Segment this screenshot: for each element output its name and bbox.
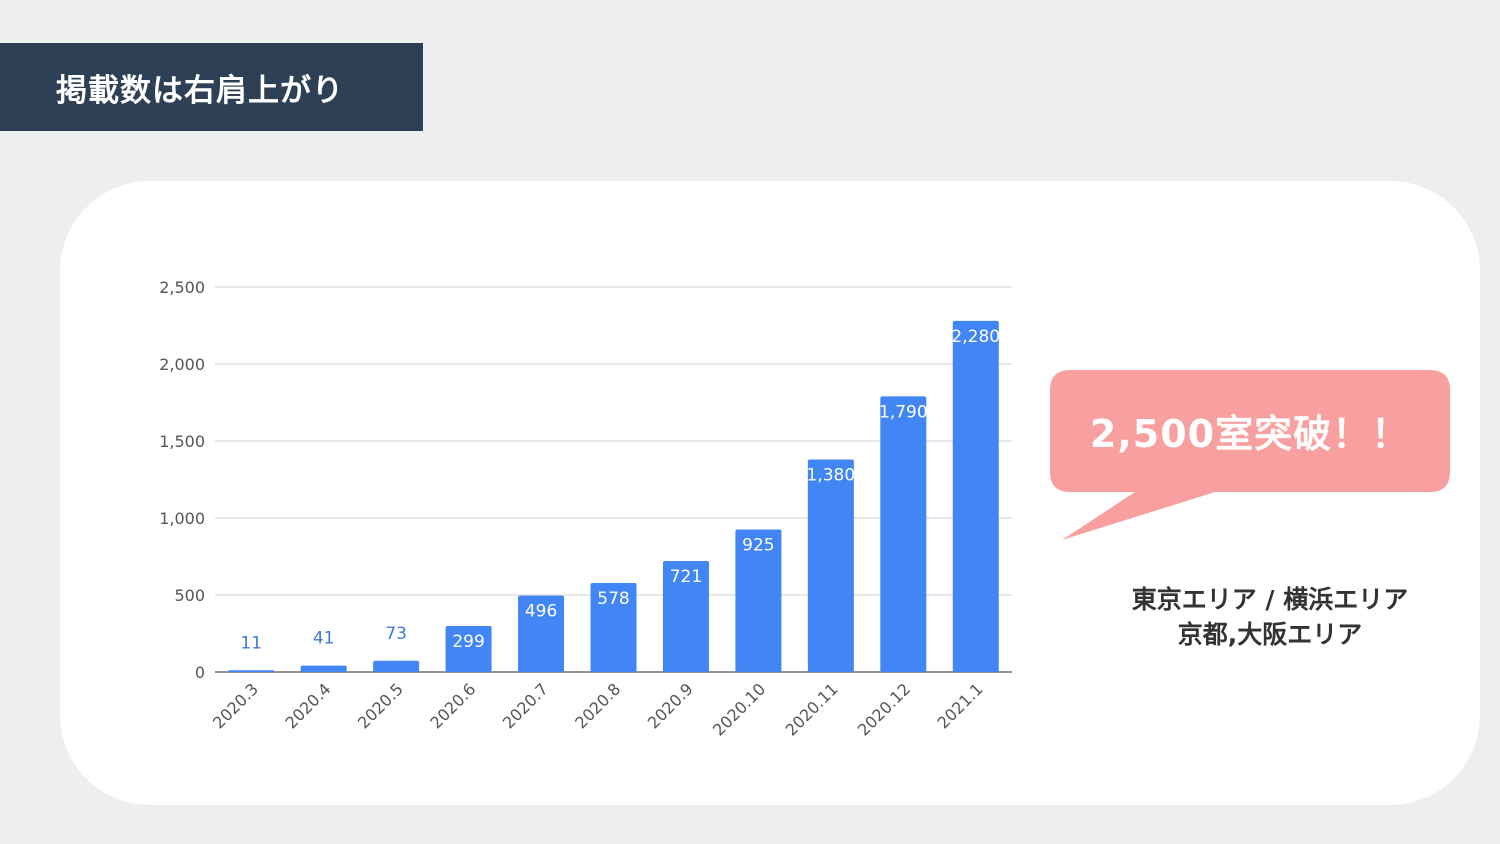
- x-tick-label: 2020.7: [499, 679, 552, 732]
- x-tick-label: 2020.12: [854, 679, 914, 739]
- x-tick-label: 2020.3: [209, 679, 262, 732]
- bar: [228, 670, 275, 672]
- data-label: 299: [452, 632, 484, 652]
- y-tick-label: 2,500: [159, 278, 205, 297]
- data-label: 1,380: [807, 465, 856, 485]
- x-tick-label: 2020.10: [709, 679, 769, 739]
- y-tick-label: 500: [174, 586, 205, 605]
- x-tick-label: 2020.11: [781, 679, 841, 739]
- data-label: 925: [742, 536, 774, 556]
- data-label: 1,790: [879, 402, 928, 422]
- area-line-2: 京都,大阪エリア: [1177, 620, 1363, 649]
- area-list: 東京エリア / 横浜エリア 京都,大阪エリア: [1080, 582, 1460, 652]
- area-line-1: 東京エリア / 横浜エリア: [1131, 585, 1409, 614]
- x-tick-label: 2020.8: [571, 679, 624, 732]
- x-tick-label: 2020.6: [426, 679, 479, 732]
- data-label: 41: [313, 629, 335, 649]
- x-tick-label: 2020.4: [281, 679, 334, 732]
- speech-bubble: 2,500室突破！！: [1040, 360, 1460, 560]
- data-label: 11: [240, 633, 262, 653]
- x-tick-label: 2020.9: [644, 679, 697, 732]
- y-tick-label: 2,000: [159, 355, 205, 374]
- bar: [807, 459, 854, 672]
- data-label: 73: [385, 624, 407, 644]
- bar: [952, 320, 999, 672]
- x-tick-label: 2021.1: [934, 679, 987, 732]
- bar: [373, 660, 420, 672]
- x-tick-label: 2020.5: [354, 679, 407, 732]
- callout-text: 2,500室突破！！: [1089, 411, 1411, 456]
- data-label: 496: [525, 602, 557, 622]
- bar: [300, 665, 347, 672]
- y-tick-label: 1,500: [159, 432, 205, 451]
- data-label: 578: [597, 589, 629, 609]
- y-tick-label: 1,000: [159, 509, 205, 528]
- data-label: 721: [670, 567, 702, 587]
- y-tick-label: 0: [195, 663, 205, 682]
- bar: [880, 396, 927, 672]
- data-label: 2,280: [951, 327, 1000, 347]
